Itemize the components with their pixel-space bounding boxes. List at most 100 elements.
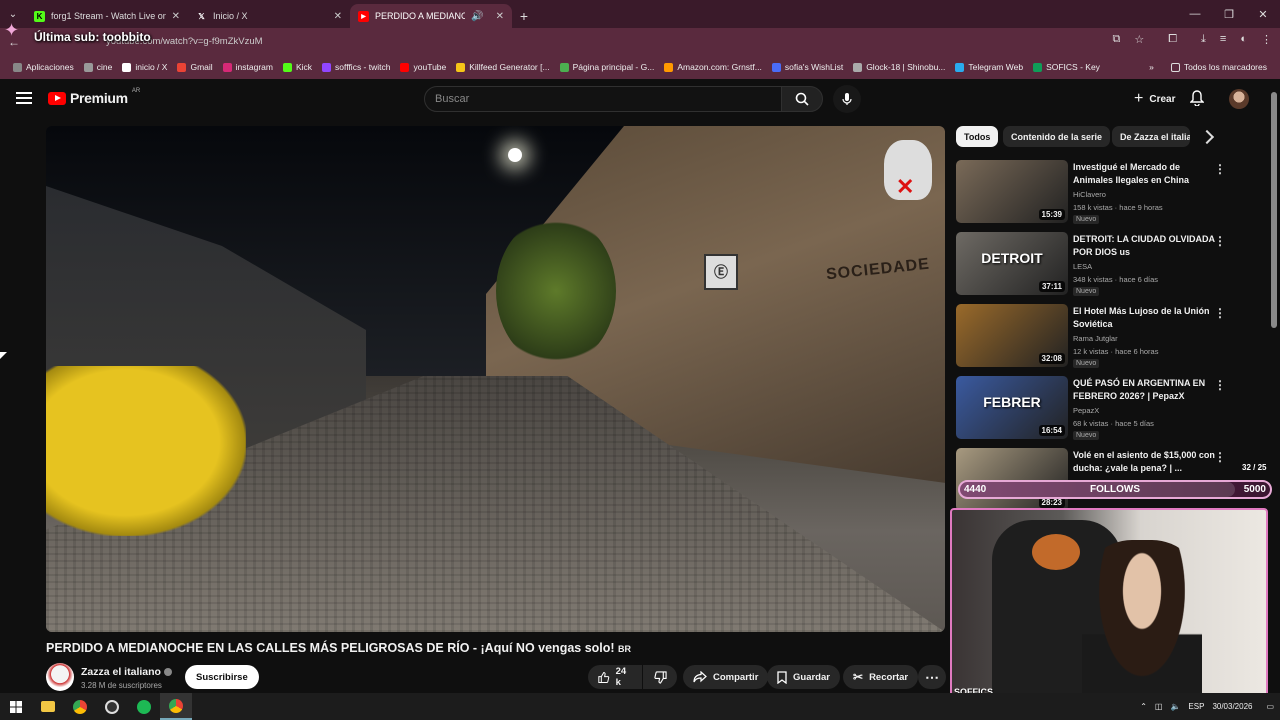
- video-title[interactable]: DETROIT: LA CIUDAD OLVIDADA POR DIOS us: [1073, 233, 1218, 259]
- star-icon[interactable]: ☆: [1134, 33, 1144, 46]
- video-channel[interactable]: Rama Jutglar: [1073, 334, 1118, 343]
- bell-icon[interactable]: [1189, 90, 1205, 111]
- like-button[interactable]: 24 k: [588, 665, 642, 689]
- chrome-icon[interactable]: [64, 693, 96, 720]
- more-actions-button[interactable]: ⋯: [918, 665, 946, 689]
- share-button[interactable]: Compartir: [683, 665, 769, 689]
- more-vert-icon[interactable]: ⋮: [1214, 378, 1226, 392]
- video-thumbnail[interactable]: DETROIT 37:11: [956, 232, 1068, 295]
- bookmark-item[interactable]: SOFICS - Key: [1028, 62, 1105, 72]
- video-thumbnail[interactable]: FEBRER 16:54: [956, 376, 1068, 439]
- search-input[interactable]: Buscar: [424, 86, 782, 112]
- channel-name[interactable]: Zazza el italiano: [81, 666, 172, 678]
- clock-date[interactable]: 30/03/2026: [1212, 702, 1258, 711]
- network-icon[interactable]: ◫: [1155, 702, 1163, 711]
- more-vert-icon[interactable]: ⋮: [1214, 234, 1226, 248]
- chip-channel[interactable]: De Zazza el italiano: [1112, 126, 1190, 147]
- more-icon[interactable]: ⋮: [1261, 33, 1272, 46]
- url-field[interactable]: youtube.com/watch?v=g-f9mZkVzuM: [84, 33, 1094, 51]
- youtube-logo[interactable]: Premium AR: [48, 88, 140, 106]
- video-player[interactable]: Ⓔ SOCIEDADE: [46, 126, 945, 632]
- obs-icon[interactable]: [96, 693, 128, 720]
- chevron-right-icon[interactable]: [1199, 129, 1215, 145]
- video-channel[interactable]: PepazX: [1073, 406, 1099, 415]
- all-bookmarks[interactable]: Todos los marcadores: [1166, 62, 1272, 72]
- channel-avatar[interactable]: [46, 663, 74, 691]
- video-title[interactable]: El Hotel Más Lujoso de la Unión Soviétic…: [1073, 305, 1218, 331]
- close-window-button[interactable]: ✕: [1246, 0, 1280, 28]
- video-title[interactable]: Volé en el asiento de $15,000 con ducha:…: [1073, 449, 1218, 475]
- dislike-button[interactable]: [643, 665, 677, 689]
- voice-search-button[interactable]: [833, 85, 861, 113]
- close-icon[interactable]: ✕: [172, 11, 180, 22]
- spotify-icon[interactable]: [128, 693, 160, 720]
- bookmark-item[interactable]: Glock-18 | Shinobu...: [848, 62, 950, 72]
- clip-button[interactable]: ✂ Recortar: [843, 665, 919, 689]
- bookmark-item[interactable]: Página principal - G...: [555, 62, 660, 72]
- create-button[interactable]: + Crear: [1124, 85, 1185, 113]
- bookmark-item[interactable]: inicio / X: [117, 62, 172, 72]
- new-tab-button[interactable]: +: [512, 4, 536, 28]
- video-thumbnail[interactable]: 15:39: [956, 160, 1068, 223]
- bookmark-item[interactable]: Kick: [278, 62, 317, 72]
- cast-icon[interactable]: ⧉: [1113, 33, 1121, 46]
- minimize-button[interactable]: —: [1178, 0, 1212, 28]
- video-title[interactable]: QUÉ PASÓ EN ARGENTINA EN FEBRERO 2026? |…: [1073, 377, 1218, 403]
- follows-label: FOLLOWS: [1090, 484, 1140, 495]
- video-channel[interactable]: HiClavero: [1073, 190, 1106, 199]
- recommended-video[interactable]: 15:39 Investigué el Mercado de Animales I…: [956, 160, 1256, 224]
- notification-icon[interactable]: ▭: [1266, 702, 1274, 711]
- bookmark-item[interactable]: sofia's WishList: [767, 62, 848, 72]
- tab-youtube[interactable]: ▶ PERDIDO A MEDIANOCHE 🔊 ✕: [350, 4, 512, 28]
- bookmark-label: Glock-18 | Shinobu...: [866, 62, 946, 72]
- tab-x[interactable]: 𝕏 Inicio / X ✕: [188, 4, 350, 28]
- media-icon[interactable]: ≡: [1220, 33, 1226, 46]
- video-title[interactable]: Investigué el Mercado de Animales Ilegal…: [1073, 161, 1218, 187]
- avatar[interactable]: [1229, 89, 1249, 109]
- volume-icon[interactable]: 🔈: [1170, 702, 1180, 711]
- chip-series[interactable]: Contenido de la serie: [1003, 126, 1111, 147]
- browser-tab-bar: ⌄ K forg1 Stream - Watch Live on K ✕ 𝕏 I…: [0, 0, 1280, 28]
- scrollbar[interactable]: [1271, 92, 1277, 328]
- windows-start-icon[interactable]: [0, 693, 32, 720]
- save-button[interactable]: Guardar: [767, 665, 840, 689]
- sparkle-icon: ✦: [4, 20, 20, 40]
- close-icon[interactable]: ✕: [334, 11, 342, 22]
- bookmark-item[interactable]: cine: [79, 62, 118, 72]
- tab-kick[interactable]: K forg1 Stream - Watch Live on K ✕: [26, 4, 188, 28]
- video-channel[interactable]: LESA: [1073, 262, 1092, 271]
- language-indicator[interactable]: ESP: [1188, 702, 1204, 711]
- more-vert-icon[interactable]: ⋮: [1214, 162, 1226, 176]
- subscribe-button[interactable]: Suscribirse: [185, 665, 259, 689]
- bookmark-item[interactable]: Aplicaciones: [8, 62, 79, 72]
- search-button[interactable]: [781, 86, 823, 112]
- last-sub-overlay: Última sub: toobbito: [34, 30, 151, 44]
- extensions-icon[interactable]: ⧠: [1168, 33, 1177, 46]
- bookmark-item[interactable]: Gmail: [172, 62, 217, 72]
- video-duration: 16:54: [1038, 425, 1065, 436]
- restore-button[interactable]: ❐: [1212, 0, 1246, 28]
- chevron-up-icon[interactable]: ⌃: [1140, 702, 1147, 711]
- hamburger-menu-icon[interactable]: [16, 92, 32, 104]
- bookmark-item[interactable]: youTube: [395, 62, 451, 72]
- chip-todos[interactable]: Todos: [956, 126, 999, 147]
- recommended-video[interactable]: 32:08 El Hotel Más Lujoso de la Unión Sov…: [956, 304, 1256, 368]
- recommended-video[interactable]: FEBRER 16:54 QUÉ PASÓ EN ARGENTINA EN FEBR…: [956, 376, 1256, 440]
- video-thumbnail[interactable]: 32:08: [956, 304, 1068, 367]
- bookmark-item[interactable]: Killfeed Generator [...: [451, 62, 554, 72]
- recommended-video[interactable]: DETROIT 37:11 DETROIT: LA CIUDAD OLVIDADA …: [956, 232, 1256, 296]
- profile-icon[interactable]: ◐: [1240, 33, 1247, 46]
- more-vert-icon[interactable]: ⋮: [1214, 450, 1226, 464]
- bookmark-item[interactable]: Amazon.com: Grnstf...: [659, 62, 767, 72]
- chrome-active-icon[interactable]: [160, 693, 192, 720]
- more-vert-icon[interactable]: ⋮: [1214, 306, 1226, 320]
- download-icon[interactable]: ⤓: [1201, 33, 1206, 46]
- bookmark-item[interactable]: instagram: [218, 62, 278, 72]
- close-icon[interactable]: ✕: [496, 11, 504, 22]
- bookmark-item[interactable]: sofffics - twitch: [317, 62, 395, 72]
- thumbnail-text: DETROIT: [981, 250, 1043, 266]
- bookmark-item[interactable]: Telegram Web: [950, 62, 1028, 72]
- chevron-right-icon[interactable]: »: [1149, 62, 1154, 72]
- speaker-icon[interactable]: 🔊: [471, 11, 483, 22]
- file-explorer-icon[interactable]: [32, 693, 64, 720]
